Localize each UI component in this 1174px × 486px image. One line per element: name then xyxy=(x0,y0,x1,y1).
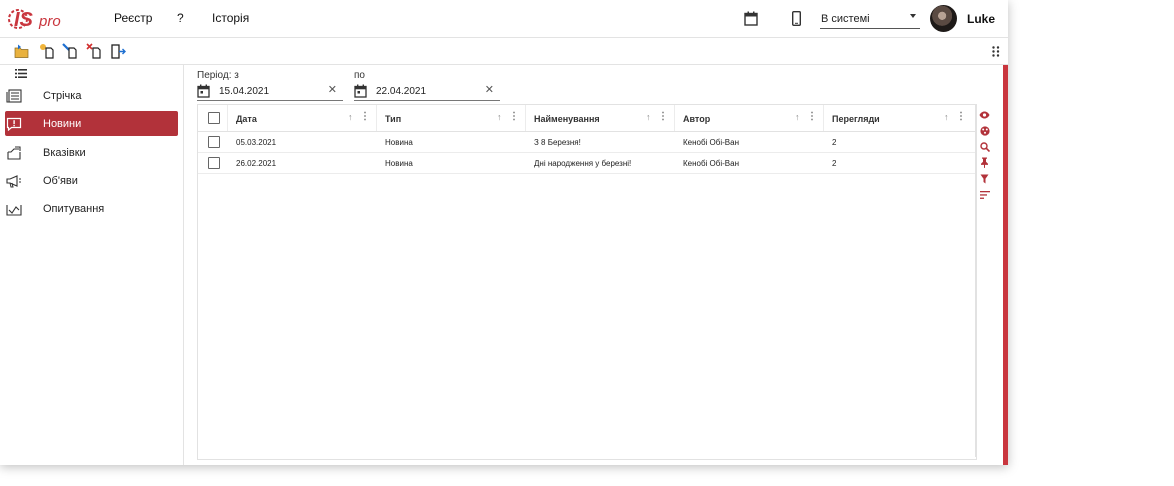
clear-icon[interactable]: ✕ xyxy=(485,83,494,96)
app-window: IS pro Реєстр ? Історія В системі Luke С… xyxy=(0,0,1008,465)
menu-list-icon[interactable] xyxy=(14,68,28,78)
column-label: Автор xyxy=(683,114,711,124)
column-menu-icon[interactable]: ⋮ xyxy=(956,111,966,122)
sort-arrow-icon[interactable]: ↑ xyxy=(348,112,353,122)
column-header-author[interactable]: Автор ↑ ⋮ xyxy=(675,105,824,131)
sidebar-item-polls[interactable]: Опитування xyxy=(5,196,178,221)
cell-author: Кенобі Обі-Ван xyxy=(683,138,740,147)
cell-views: 2 xyxy=(832,138,837,147)
calendar-icon[interactable] xyxy=(197,84,210,101)
edit-doc-icon[interactable] xyxy=(62,43,78,59)
table-row[interactable]: 05.03.2021 Новина З 8 Березня! Кенобі Об… xyxy=(198,132,975,153)
from-date-field[interactable]: 15.04.2021 ✕ xyxy=(197,82,343,101)
column-label: Найменування xyxy=(534,114,600,124)
announcement-icon xyxy=(5,173,23,189)
grid-tools-bar xyxy=(975,105,993,457)
calendar-icon[interactable] xyxy=(743,10,759,26)
user-name[interactable]: Luke xyxy=(967,12,995,26)
cell-views: 2 xyxy=(832,159,837,168)
poll-icon xyxy=(5,201,23,217)
nav-history[interactable]: Історія xyxy=(212,11,249,25)
sidebar-item-label: Новини xyxy=(43,117,82,130)
nav-registry[interactable]: Реєстр xyxy=(114,11,152,25)
status-dropdown[interactable]: В системі xyxy=(820,9,920,29)
palette-icon[interactable] xyxy=(979,125,990,136)
column-label: Тип xyxy=(385,114,402,124)
sidebar: Стрічка Новини Вказівки Об'яви Опитуванн… xyxy=(0,65,184,465)
sort-arrow-icon[interactable]: ↑ xyxy=(646,112,651,122)
row-checkbox[interactable] xyxy=(208,157,220,169)
table-header: Дата ↑ ⋮ Тип ↑ ⋮ Найменування ↑ ⋮ Автор … xyxy=(198,105,975,132)
column-label: Перегляди xyxy=(832,114,880,124)
apps-grid-icon[interactable] xyxy=(991,45,1001,57)
sidebar-item-label: Опитування xyxy=(43,202,105,215)
directive-icon xyxy=(5,145,23,161)
sort-arrow-icon[interactable]: ↑ xyxy=(944,112,949,122)
row-checkbox[interactable] xyxy=(208,136,220,148)
main-content: Період: з 15.04.2021 ✕ по 22.04.2021 ✕ Д… xyxy=(184,65,1000,465)
column-label: Дата xyxy=(236,114,257,124)
sort-lines-icon[interactable] xyxy=(979,189,990,200)
to-date-value: 22.04.2021 xyxy=(376,86,427,97)
ispro-logo[interactable]: IS pro xyxy=(8,4,68,34)
clear-icon[interactable]: ✕ xyxy=(328,83,337,96)
news-table: Дата ↑ ⋮ Тип ↑ ⋮ Найменування ↑ ⋮ Автор … xyxy=(197,104,990,460)
svg-text:IS: IS xyxy=(14,9,34,31)
sidebar-item-label: Вказівки xyxy=(43,146,86,159)
cell-type: Новина xyxy=(385,138,413,147)
nav-help[interactable]: ? xyxy=(177,11,184,25)
column-menu-icon[interactable]: ⋮ xyxy=(658,111,668,122)
select-all-checkbox[interactable] xyxy=(208,112,220,124)
sidebar-item-news[interactable]: Новини xyxy=(5,111,178,136)
cell-type: Новина xyxy=(385,159,413,168)
eye-icon[interactable] xyxy=(979,109,990,120)
mobile-icon[interactable] xyxy=(790,10,802,27)
add-doc-icon[interactable] xyxy=(39,43,55,59)
exit-icon[interactable] xyxy=(110,43,126,59)
open-folder-icon[interactable] xyxy=(14,43,30,59)
cell-author: Кенобі Обі-Ван xyxy=(683,159,740,168)
search-icon[interactable] xyxy=(979,141,990,152)
period-label: Період: з xyxy=(197,70,239,81)
sidebar-item-announcements[interactable]: Об'яви xyxy=(5,168,178,193)
avatar[interactable] xyxy=(930,5,957,32)
column-header-type[interactable]: Тип ↑ ⋮ xyxy=(377,105,526,131)
toolbar xyxy=(0,38,1008,65)
sidebar-item-label: Об'яви xyxy=(43,174,78,187)
to-date-field[interactable]: 22.04.2021 ✕ xyxy=(354,82,500,101)
column-header-name[interactable]: Найменування ↑ ⋮ xyxy=(526,105,675,131)
sidebar-item-feed[interactable]: Стрічка xyxy=(5,83,178,108)
chevron-down-icon xyxy=(910,14,916,18)
news-icon xyxy=(5,116,23,132)
pin-icon[interactable] xyxy=(979,157,990,168)
cell-name: З 8 Березня! xyxy=(534,138,581,147)
cell-name: Дні народження у березні! xyxy=(534,159,632,168)
table-row[interactable]: 26.02.2021 Новина Дні народження у берез… xyxy=(198,153,975,174)
calendar-icon[interactable] xyxy=(354,84,367,101)
cell-date: 05.03.2021 xyxy=(236,138,277,147)
column-menu-icon[interactable]: ⋮ xyxy=(509,111,519,122)
column-menu-icon[interactable]: ⋮ xyxy=(360,111,370,122)
column-header-views[interactable]: Перегляди ↑ ⋮ xyxy=(824,105,974,131)
feed-icon xyxy=(5,88,23,104)
delete-doc-icon[interactable] xyxy=(86,43,102,59)
select-all-column xyxy=(198,105,228,131)
from-date-value: 15.04.2021 xyxy=(219,86,270,97)
column-menu-icon[interactable]: ⋮ xyxy=(807,111,817,122)
column-header-date[interactable]: Дата ↑ ⋮ xyxy=(228,105,377,131)
vertical-scrollbar[interactable] xyxy=(1003,65,1008,465)
filter-icon[interactable] xyxy=(979,173,990,184)
to-label: по xyxy=(354,70,365,81)
sidebar-item-directives[interactable]: Вказівки xyxy=(5,140,178,165)
top-bar: IS pro Реєстр ? Історія В системі Luke xyxy=(0,0,1008,38)
sort-arrow-icon[interactable]: ↑ xyxy=(497,112,502,122)
sidebar-item-label: Стрічка xyxy=(43,89,82,102)
svg-text:pro: pro xyxy=(38,13,61,30)
sort-arrow-icon[interactable]: ↑ xyxy=(795,112,800,122)
status-value: В системі xyxy=(821,13,870,25)
cell-date: 26.02.2021 xyxy=(236,159,277,168)
